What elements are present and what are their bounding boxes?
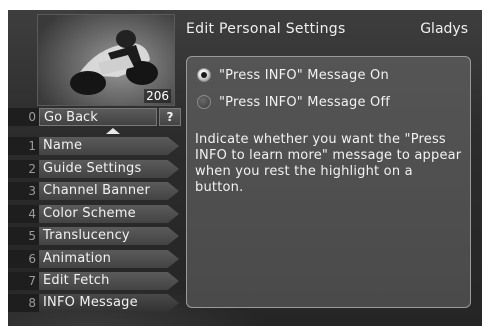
menu-item-number: 8	[8, 294, 39, 312]
menu-item-number: 7	[8, 272, 39, 290]
channel-number: 206	[144, 89, 171, 103]
help-button[interactable]: ?	[159, 108, 181, 126]
screen: 206 Edit Personal Settings Gladys 0 Go B…	[8, 10, 482, 326]
option-description: Indicate whether you want the "Press INF…	[195, 132, 462, 195]
radio-unselected-icon[interactable]	[197, 95, 211, 109]
menu-item-number: 4	[8, 205, 39, 223]
menu-item-label[interactable]: INFO Message	[39, 294, 179, 312]
menu-item-number: 2	[8, 160, 39, 178]
menu-item-label[interactable]: Translucency	[39, 227, 179, 245]
menu-item-number: 5	[8, 227, 39, 245]
menu-item-label[interactable]: Color Scheme	[39, 205, 179, 223]
live-video-preview: 206	[37, 14, 175, 106]
go-back-number: 0	[8, 108, 39, 126]
user-name: Gladys	[420, 21, 468, 37]
option-info-message-off[interactable]: "Press INFO" Message Off	[197, 94, 457, 112]
option-info-message-on[interactable]: "Press INFO" Message On	[197, 67, 457, 85]
go-back-button[interactable]: Go Back	[39, 108, 157, 126]
menu-item-label[interactable]: Animation	[39, 250, 179, 268]
menu-item-label[interactable]: Guide Settings	[39, 160, 179, 178]
menu-item-label[interactable]: Channel Banner	[39, 182, 179, 200]
menu-item-number: 1	[8, 137, 39, 155]
page-title: Edit Personal Settings	[186, 21, 346, 37]
option-label: "Press INFO" Message Off	[219, 95, 391, 110]
scroll-up-arrow-icon[interactable]	[106, 128, 120, 134]
option-label: "Press INFO" Message On	[219, 68, 389, 83]
menu-item-label[interactable]: Edit Fetch	[39, 272, 179, 290]
menu-item-number: 3	[8, 182, 39, 200]
settings-panel: "Press INFO" Message On "Press INFO" Mes…	[186, 56, 471, 308]
menu-item-number: 6	[8, 250, 39, 268]
menu-item-label[interactable]: Name	[39, 137, 179, 155]
radio-selected-icon[interactable]	[197, 68, 211, 82]
